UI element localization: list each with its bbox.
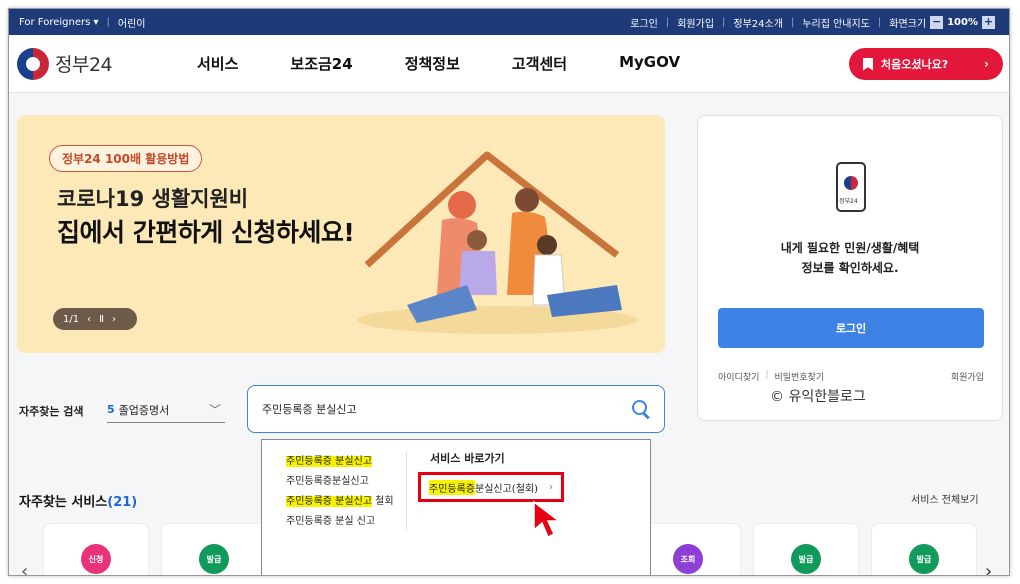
pager-count: 1/1 [63,313,80,325]
frequent-search-label: 자주찾는 검색 [19,405,84,418]
site-map-link[interactable]: 누리집 안내지도 [802,15,870,30]
frequent-search-select[interactable]: 5 졸업증명서 ﹀ [107,397,225,423]
menu-services[interactable]: 서비스 [197,53,238,74]
logo-text: 정부24 [55,54,113,76]
first-visit-label: 처음오셨나요? [881,58,949,71]
zoom-out-button[interactable]: − [930,15,944,29]
kids-link[interactable]: 어린이 [118,15,146,30]
family-house-illustration [357,151,637,334]
frequent-services-title: 자주찾는 서비스(21) [19,495,138,510]
menu-customer-center[interactable]: 고객센터 [512,53,567,74]
mobile-phone-icon: 정부24 [836,162,866,212]
zoom-value: 100% [947,16,978,28]
first-visit-button[interactable]: 처음오셨나요? › [849,48,1003,80]
banner-title-line2: 집에서 간편하게 신청하세요! [57,218,355,247]
menu-subsidy[interactable]: 보조금24 [290,53,352,74]
shortcut-title: 서비스 바로가기 [430,452,505,465]
utility-bar: For Foreigners ▾ | 어린이 로그인 | 회원가입 | 정부24… [9,9,1009,35]
frequent-search-value: 졸업증명서 [118,403,170,417]
site-logo[interactable]: 정부24 [17,47,157,80]
taegeuk-logo-icon [17,47,49,80]
pager-prev-icon[interactable]: ‹ [87,314,91,325]
pager-next-icon[interactable]: › [112,314,116,325]
pager-pause-icon[interactable]: Ⅱ [99,314,104,325]
suggestion-item[interactable]: 주민등록증 분실신고 [286,452,394,472]
for-foreigners-menu[interactable]: For Foreigners ▾ [19,17,99,28]
carousel-prev-icon[interactable]: ‹ [21,561,28,575]
red-arrow-pointer-icon [533,500,562,539]
suggestion-item[interactable]: 주민등록증분실신고 [286,472,394,492]
top-signup-link[interactable]: 회원가입 [677,15,714,30]
login-links: 아이디찾기 | 비밀번호찾기 회원가입 [718,370,984,383]
suggestion-item[interactable]: 주민등록증 분실 신고 [286,512,394,532]
banner-tag: 정부24 100배 활용방법 [49,145,203,172]
bookmark-icon [863,57,873,71]
all-services-link[interactable]: 서비스 전체보기 [911,491,979,506]
frequent-search-rank: 5 [107,403,115,416]
login-description: 내게 필요한 민원/생활/혜택 정보를 확인하세요. [780,241,920,275]
gnb-menu: 서비스 보조금24 정책정보 고객센터 MyGOV [197,53,732,74]
service-badge: 발급 [909,544,939,574]
join-link[interactable]: 회원가입 [951,370,984,383]
search-autocomplete: 주민등록증 분실신고 주민등록증분실신고 주민등록증 분실신고 철회 주민등록증… [261,439,651,575]
menu-mygov[interactable]: MyGOV [619,53,680,74]
service-tile[interactable]: 발급 [753,523,859,575]
watermark-text: © 유익한블로그 [770,389,866,405]
service-tile[interactable]: 발급 [161,523,267,575]
browser-frame: For Foreigners ▾ | 어린이 로그인 | 회원가입 | 정부24… [8,8,1010,576]
menu-policy[interactable]: 정책정보 [405,53,460,74]
login-button[interactable]: 로그인 [718,308,984,348]
find-id-link[interactable]: 아이디찾기 [718,370,759,383]
promo-banner[interactable]: 정부24 100배 활용방법 코로나19 생활지원비 집에서 간편하게 신청하세… [17,115,665,353]
main-content: 정부24 100배 활용방법 코로나19 생활지원비 집에서 간편하게 신청하세… [9,93,1009,575]
chevron-down-icon: ﹀ [208,403,221,417]
carousel-next-icon[interactable]: › [985,561,992,575]
suggestion-list: 주민등록증 분실신고 주민등록증분실신고 주민등록증 분실신고 철회 주민등록증… [286,452,394,532]
zoom-in-button[interactable]: + [982,15,995,29]
zoom-label: 화면크기 [889,18,927,30]
banner-title-line1: 코로나19 생활지원비 [57,187,249,211]
search-input[interactable]: 주민등록증 분실신고 [247,385,665,433]
login-card: 정부24 내게 필요한 민원/생활/혜택 정보를 확인하세요. 로그인 아이디찾… [697,115,1003,421]
chevron-right-icon: › [549,481,553,493]
search-query: 주민등록증 분실신고 [262,403,357,416]
top-login-link[interactable]: 로그인 [630,15,658,30]
chevron-right-icon: › [984,57,989,71]
service-badge: 발급 [791,544,821,574]
service-tile[interactable]: 발급 [871,523,977,575]
search-icon[interactable] [632,400,650,418]
service-badge: 발급 [199,544,229,574]
divider [406,452,407,530]
service-badge: 조회 [673,544,703,574]
find-password-link[interactable]: 비밀번호찾기 [774,370,824,383]
main-nav: 정부24 서비스 보조금24 정책정보 고객센터 MyGOV 처음오셨나요? › [9,35,1009,93]
suggestion-item[interactable]: 주민등록증 분실신고 철회 [286,492,394,512]
shortcut-item-id-card-loss[interactable]: 주민등록증 분실신고(철회) › [418,472,564,502]
service-badge: 신청 [81,544,111,574]
about-link[interactable]: 정부24소개 [733,15,783,30]
banner-pager: 1/1 ‹ Ⅱ › [53,308,137,330]
service-tile[interactable]: 신청 [43,523,149,575]
